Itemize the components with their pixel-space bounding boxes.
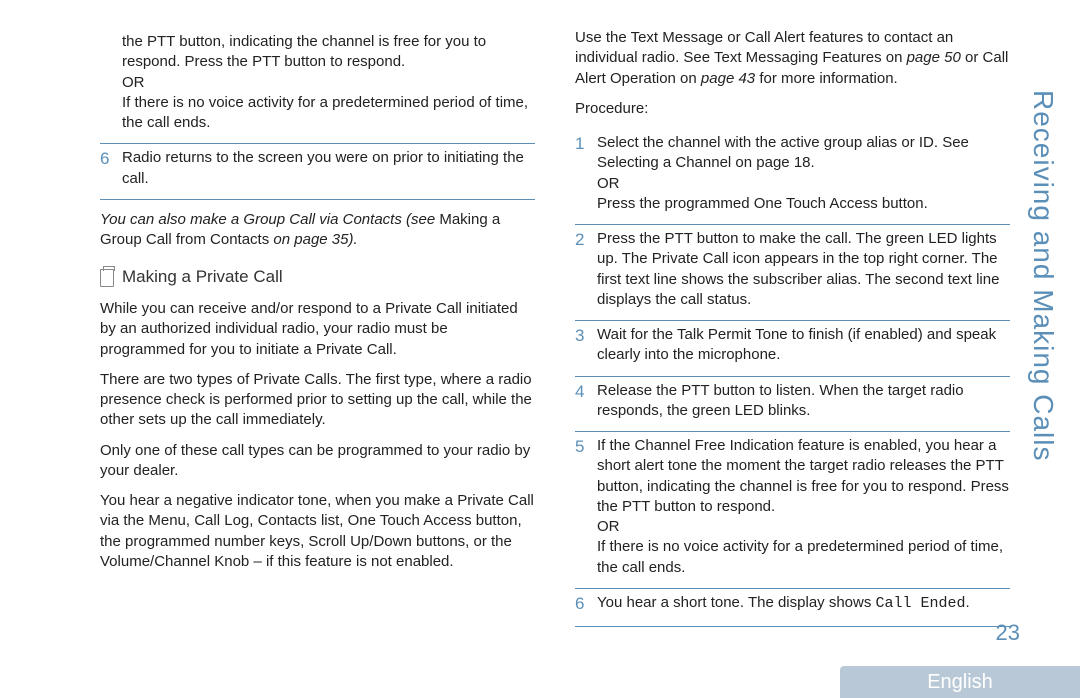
step-number: 5	[575, 436, 597, 578]
text-bold: one	[135, 442, 160, 459]
text: Select the channel with the active group…	[597, 134, 969, 151]
note-end: ).	[348, 231, 357, 248]
step-number: 1	[575, 133, 597, 214]
ref-link: Selecting a Channel	[597, 154, 731, 171]
or-text: OR	[597, 518, 620, 535]
text: on page 18.	[731, 154, 814, 171]
step-5: 5 If the Channel Free Indication feature…	[575, 432, 1010, 584]
procedure-label: Procedure:	[575, 99, 1010, 119]
paragraph: You hear a negative indicator tone, when…	[100, 491, 535, 572]
section-heading: Making a Private Call	[100, 266, 535, 289]
step-text: Press the PTT button to make the call. T…	[597, 229, 1010, 310]
step-number: 6	[575, 593, 597, 616]
clipboard-icon	[100, 269, 114, 287]
page-ref: page 50	[907, 49, 961, 66]
content-columns: the PTT button, indicating the channel i…	[100, 28, 1010, 627]
step-text: Radio returns to the screen you were on …	[122, 148, 535, 189]
or-text: OR	[597, 175, 620, 192]
note-paragraph: You can also make a Group Call via Conta…	[100, 210, 535, 251]
step-1: 1 Select the channel with the active gro…	[575, 129, 1010, 220]
step-text: You hear a short tone. The display shows…	[597, 593, 1010, 616]
step-3: 3 Wait for the Talk Permit Tone to finis…	[575, 321, 1010, 372]
paragraph: While you can receive and/or respond to …	[100, 299, 535, 360]
text: on	[882, 49, 907, 66]
left-column: the PTT button, indicating the channel i…	[100, 28, 535, 627]
heading-text: Making a Private Call	[122, 266, 283, 289]
step-number: 2	[575, 229, 597, 310]
text: If there is no voice activity for a pred…	[597, 538, 1003, 575]
text: Only	[100, 442, 135, 459]
step-2: 2 Press the PTT button to make the call.…	[575, 225, 1010, 316]
paragraph: Only one of these call types can be prog…	[100, 441, 535, 482]
ref-link: Text Messaging Features	[714, 49, 882, 66]
intro-paragraph: Use the Text Message or Call Alert featu…	[575, 28, 1010, 89]
text: .	[966, 594, 970, 611]
separator	[100, 199, 535, 200]
right-column: Use the Text Message or Call Alert featu…	[575, 28, 1010, 627]
step-text: If the Channel Free Indication feature i…	[597, 436, 1010, 578]
page-ref: page 43	[701, 70, 755, 87]
step-6: 6 You hear a short tone. The display sho…	[575, 589, 1010, 622]
continued-step: the PTT button, indicating the channel i…	[100, 28, 535, 139]
step-text: Select the channel with the active group…	[597, 133, 1010, 214]
note-pageref: on page 35	[269, 231, 348, 248]
step-4: 4 Release the PTT button to listen. When…	[575, 377, 1010, 428]
ref-link: One Touch Access	[754, 195, 878, 212]
step-6: 6 Radio returns to the screen you were o…	[100, 144, 535, 195]
text: or	[961, 49, 983, 66]
or-text: OR	[122, 74, 145, 91]
step-number: 4	[575, 381, 597, 422]
text: Press the programmed	[597, 195, 754, 212]
text: on	[676, 70, 701, 87]
step-text: Wait for the Talk Permit Tone to finish …	[597, 325, 1010, 366]
language-bar: English	[840, 666, 1080, 698]
spacer	[100, 32, 122, 133]
side-chapter-title: Receiving and Making Calls	[1024, 90, 1062, 462]
step-number: 3	[575, 325, 597, 366]
display-text: Call Ended	[876, 595, 966, 612]
text: If the Channel Free Indication feature i…	[597, 437, 1009, 515]
text: button.	[878, 195, 928, 212]
text: for more information.	[755, 70, 898, 87]
note-italic: You can also make a Group Call via Conta…	[100, 211, 439, 228]
continued-text: the PTT button, indicating the channel i…	[122, 32, 535, 133]
step-text: Release the PTT button to listen. When t…	[597, 381, 1010, 422]
text: the PTT button, indicating the channel i…	[122, 33, 486, 70]
paragraph: There are two types of Private Calls. Th…	[100, 370, 535, 431]
separator	[575, 626, 1010, 627]
text: You hear a short tone. The display shows	[597, 594, 876, 611]
text: If there is no voice activity for a pred…	[122, 94, 528, 131]
text: of these call types can be programmed to…	[100, 442, 530, 479]
step-number: 6	[100, 148, 122, 189]
page-number: 23	[996, 618, 1020, 648]
